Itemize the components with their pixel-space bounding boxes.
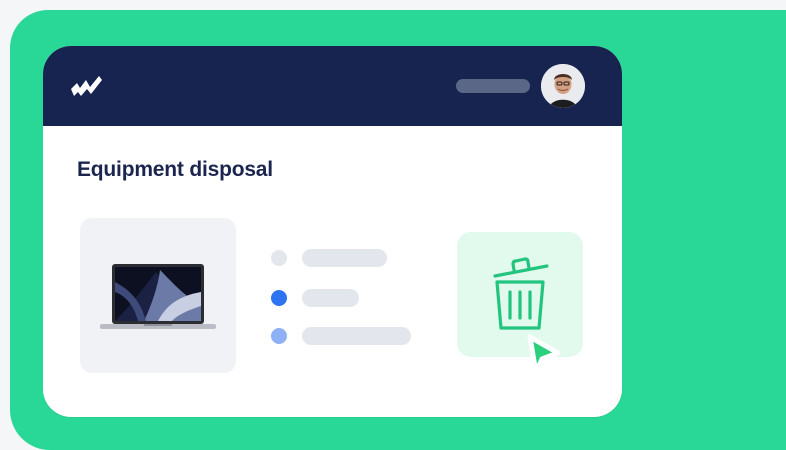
placeholder-bar [302, 249, 387, 267]
list-item[interactable] [271, 326, 471, 346]
device-card[interactable] [80, 218, 236, 373]
list-item[interactable] [271, 288, 471, 308]
header-placeholder-pill [456, 79, 530, 93]
brand-logo-icon[interactable] [69, 72, 113, 100]
user-avatar-icon[interactable] [541, 64, 585, 108]
placeholder-bar [302, 289, 359, 307]
status-dot [271, 250, 287, 266]
status-dot [271, 290, 287, 306]
item-list [271, 248, 471, 348]
laptop-icon [100, 264, 216, 329]
page-title: Equipment disposal [77, 158, 273, 181]
status-dot [271, 328, 287, 344]
list-item[interactable] [271, 248, 471, 268]
header-bar [43, 46, 622, 126]
placeholder-bar [302, 327, 411, 345]
cursor-pointer-icon [527, 334, 561, 376]
trash-icon [493, 257, 549, 330]
